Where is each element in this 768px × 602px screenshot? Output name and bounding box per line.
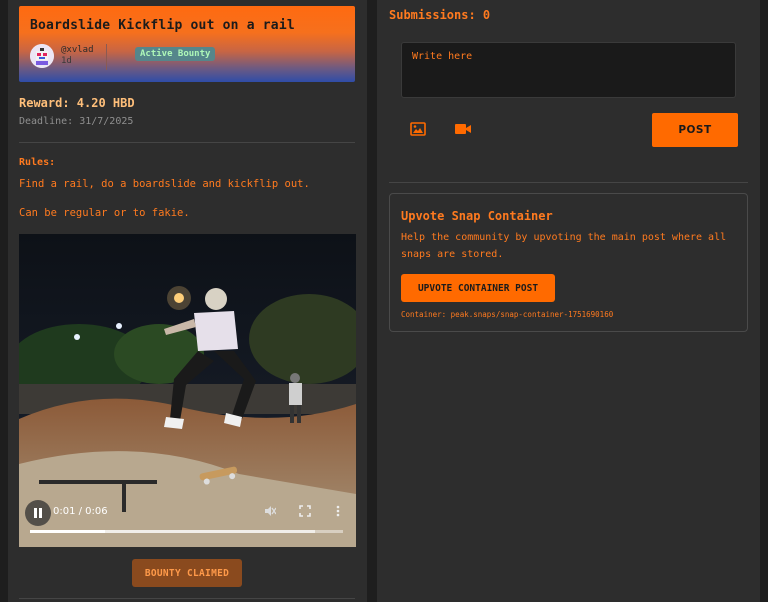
bounty-claimed-button[interactable]: BOUNTY CLAIMED — [132, 559, 242, 587]
rule-line-1: Find a rail, do a boardslide and kickfli… — [19, 178, 310, 190]
submission-panel: Submissions: 0 POST Upvote Snap Containe… — [377, 0, 760, 602]
upvote-container-button[interactable]: UPVOTE CONTAINER POST — [401, 274, 555, 302]
section-divider — [19, 142, 355, 143]
video-progress — [30, 530, 106, 533]
more-options-icon[interactable] — [335, 505, 341, 520]
video-progress-bar[interactable] — [30, 530, 343, 533]
video-time: 0:01 / 0:06 — [53, 506, 108, 517]
reward-amount: Reward: 4.20 HBD — [19, 96, 135, 110]
image-icon[interactable] — [410, 121, 426, 136]
submission-text-input[interactable] — [401, 42, 736, 98]
header-divider — [106, 44, 107, 70]
avatar[interactable] — [30, 44, 54, 68]
pause-icon[interactable] — [25, 500, 51, 526]
bottom-divider — [19, 598, 355, 599]
author-name[interactable]: @xvlad — [61, 45, 94, 55]
video-frame — [19, 234, 356, 547]
deadline: Deadline: 31/7/2025 — [19, 116, 134, 127]
fullscreen-icon[interactable] — [299, 505, 311, 520]
submissions-count: Submissions: 0 — [389, 8, 491, 22]
rule-line-2: Can be regular or to fakie. — [19, 207, 190, 219]
status-badge: Active Bounty — [135, 47, 216, 61]
upvote-description: Help the community by upvoting the main … — [401, 232, 727, 260]
bounty-panel: Boardslide Kickflip out on a rail @xvlad… — [8, 0, 367, 602]
upvote-container-card: Upvote Snap Container Help the community… — [389, 193, 748, 332]
video-icon[interactable] — [455, 121, 471, 135]
post-button[interactable]: POST — [652, 113, 738, 147]
video-player[interactable]: 0:01 / 0:06 — [19, 234, 356, 547]
rules-label: Rules: — [19, 157, 56, 168]
section-divider — [389, 182, 748, 183]
upvote-title: Upvote Snap Container — [401, 209, 553, 223]
bounty-header-card: Boardslide Kickflip out on a rail @xvlad… — [19, 6, 355, 82]
mute-icon[interactable] — [264, 505, 277, 520]
post-age: 1d — [61, 56, 72, 66]
container-reference: Container: peak.snaps/snap-container-175… — [401, 310, 614, 319]
bounty-title: Boardslide Kickflip out on a rail — [30, 18, 295, 33]
